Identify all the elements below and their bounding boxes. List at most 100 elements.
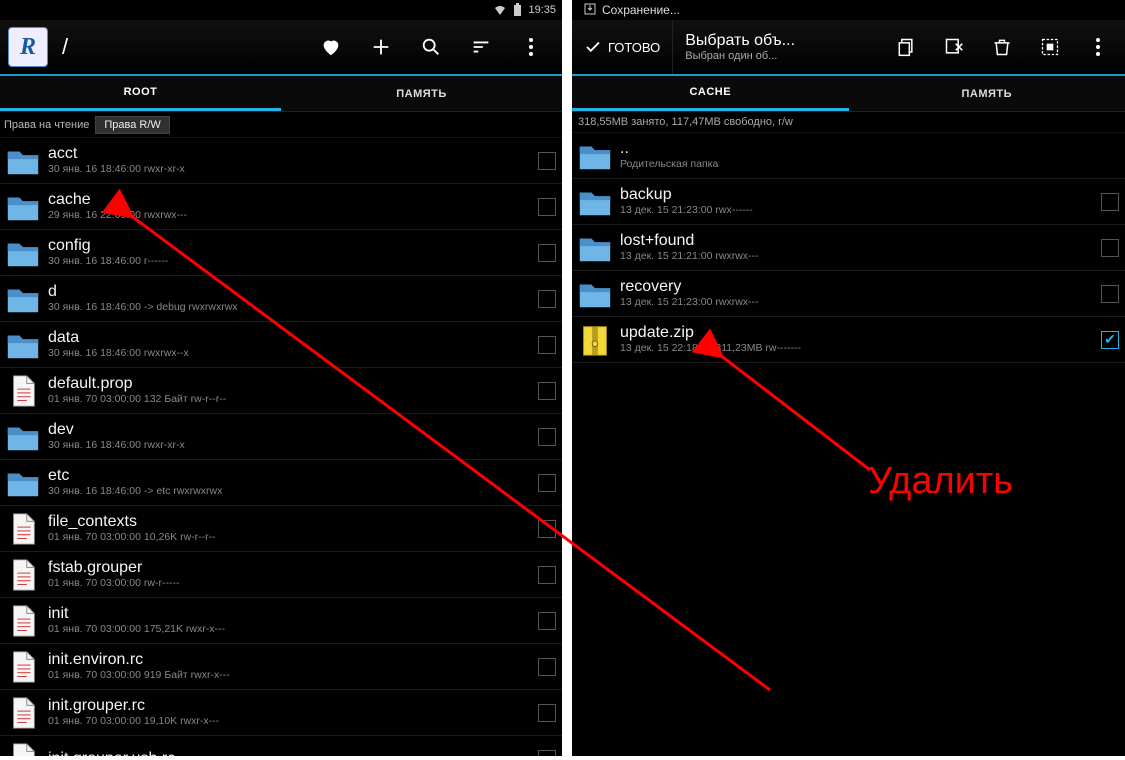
filelist-right: ..Родительская папкаbackup13 дек. 15 21:… [572,133,1125,363]
item-name: init [48,605,538,623]
item-checkbox[interactable] [538,612,556,630]
storage-info: 318,55MB занято, 117,47MB свободно, r/w [572,112,1125,133]
item-name: init.environ.rc [48,651,538,669]
item-checkbox[interactable] [538,704,556,722]
list-item[interactable]: backup13 дек. 15 21:23:00 rwx------ [572,179,1125,225]
select-all-button[interactable] [1027,24,1073,70]
app-icon[interactable]: R [8,27,48,67]
done-button[interactable]: ГОТОВО [572,20,673,74]
item-name: .. [620,140,1101,158]
item-checkbox[interactable] [1101,285,1119,303]
item-name: config [48,237,538,255]
item-checkbox[interactable] [538,428,556,446]
item-name: file_contexts [48,513,538,531]
overflow-button-r[interactable] [1075,24,1121,70]
file-icon [4,372,42,410]
list-item[interactable]: fstab.grouper01 янв. 70 03:00:00 rw-r---… [0,552,562,598]
battery-icon [513,3,522,17]
list-item[interactable]: recovery13 дек. 15 21:23:00 rwxrwx--- [572,271,1125,317]
cut-button[interactable] [931,24,977,70]
folder-icon [4,280,42,318]
screen-right: Сохранение... ГОТОВО Выбрать объ... Выбр… [572,0,1125,756]
item-name: data [48,329,538,347]
item-checkbox[interactable] [538,290,556,308]
tab-memory-r[interactable]: ПАМЯТЬ [849,76,1125,111]
item-checkbox[interactable] [538,658,556,676]
folder-icon [4,418,42,456]
folder-icon [4,188,42,226]
filelist-left: acct30 янв. 16 18:46:00 rwxr-xr-xcache29… [0,138,562,756]
item-sub: 30 янв. 16 18:46:00 -> debug rwxrwxrwx [48,301,538,314]
item-name: init.grouper.rc [48,697,538,715]
list-item[interactable]: init.grouper.usb.rc [0,736,562,756]
clock: 19:35 [528,4,556,16]
tab-memory[interactable]: ПАМЯТЬ [281,76,562,111]
item-sub: 01 янв. 70 03:00:00 175,21K rwxr-x--- [48,623,538,636]
list-item[interactable]: ..Родительская папка [572,133,1125,179]
path-label[interactable]: / [62,34,304,60]
copy-button[interactable] [883,24,929,70]
file-icon [4,694,42,732]
item-name: etc [48,467,538,485]
item-sub: 30 янв. 16 18:46:00 rwxr-xr-x [48,163,538,176]
item-checkbox[interactable] [538,382,556,400]
perm-rw-button[interactable]: Права R/W [95,116,169,134]
list-item[interactable]: init.grouper.rc01 янв. 70 03:00:00 19,10… [0,690,562,736]
item-checkbox[interactable] [538,750,556,757]
folder-icon [4,326,42,364]
item-checkbox[interactable] [1101,239,1119,257]
list-item[interactable]: init01 янв. 70 03:00:00 175,21K rwxr-x--… [0,598,562,644]
item-checkbox[interactable] [538,566,556,584]
list-item[interactable]: acct30 янв. 16 18:46:00 rwxr-xr-x [0,138,562,184]
list-item[interactable]: file_contexts01 янв. 70 03:00:00 10,26K … [0,506,562,552]
file-icon [4,740,42,757]
item-name: default.prop [48,375,538,393]
list-item[interactable]: dev30 янв. 16 18:46:00 rwxr-xr-x [0,414,562,460]
item-name: backup [620,186,1101,204]
annotation-delete-label: Удалить [868,460,1013,503]
overflow-button[interactable] [508,24,554,70]
sort-button[interactable] [458,24,504,70]
list-item[interactable]: update.zip13 дек. 15 22:18:00 311,23MB r… [572,317,1125,363]
list-item[interactable]: data30 янв. 16 18:46:00 rwxrwx--x [0,322,562,368]
status-title: Сохранение... [602,3,680,17]
search-button[interactable] [408,24,454,70]
item-sub: 30 янв. 16 18:46:00 -> etc rwxrwxrwx [48,485,538,498]
item-checkbox[interactable] [538,198,556,216]
list-item[interactable]: d30 янв. 16 18:46:00 -> debug rwxrwxrwx [0,276,562,322]
item-checkbox[interactable] [1101,193,1119,211]
item-sub: 29 янв. 16 22:09:00 rwxrwx--- [48,209,538,222]
selection-title: Выбрать объ... [685,32,871,50]
tab-cache[interactable]: CACHE [572,76,849,111]
list-item[interactable]: init.environ.rc01 янв. 70 03:00:00 919 Б… [0,644,562,690]
item-checkbox[interactable] [538,520,556,538]
selection-sub: Выбран один об... [685,50,871,62]
item-checkbox[interactable] [538,152,556,170]
selection-info[interactable]: Выбрать объ... Выбран один об... [675,32,881,62]
folder-icon [4,142,42,180]
item-checkbox[interactable] [1101,331,1119,349]
list-item[interactable]: lost+found13 дек. 15 21:21:00 rwxrwx--- [572,225,1125,271]
perm-label: Права на чтение [4,119,89,131]
item-name: d [48,283,538,301]
add-button[interactable] [358,24,404,70]
delete-button[interactable] [979,24,1025,70]
item-sub: 01 янв. 70 03:00:00 132 Байт rw-r--r-- [48,393,538,406]
folder-icon [576,137,614,175]
favorite-button[interactable] [308,24,354,70]
list-item[interactable]: config30 янв. 16 18:46:00 r------ [0,230,562,276]
list-item[interactable]: etc30 янв. 16 18:46:00 -> etc rwxrwxrwx [0,460,562,506]
item-checkbox[interactable] [538,244,556,262]
tab-root[interactable]: ROOT [0,76,281,111]
list-item[interactable]: cache29 янв. 16 22:09:00 rwxrwx--- [0,184,562,230]
file-icon [4,510,42,548]
actionbar-right: ГОТОВО Выбрать объ... Выбран один об... [572,20,1125,76]
statusbar-left: 19:35 [0,0,562,20]
tabs-left: ROOT ПАМЯТЬ [0,76,562,112]
item-sub: 30 янв. 16 18:46:00 rwxr-xr-x [48,439,538,452]
item-checkbox[interactable] [538,474,556,492]
item-checkbox[interactable] [538,336,556,354]
folder-icon [576,183,614,221]
item-sub: 13 дек. 15 21:23:00 rwx------ [620,204,1101,217]
list-item[interactable]: default.prop01 янв. 70 03:00:00 132 Байт… [0,368,562,414]
